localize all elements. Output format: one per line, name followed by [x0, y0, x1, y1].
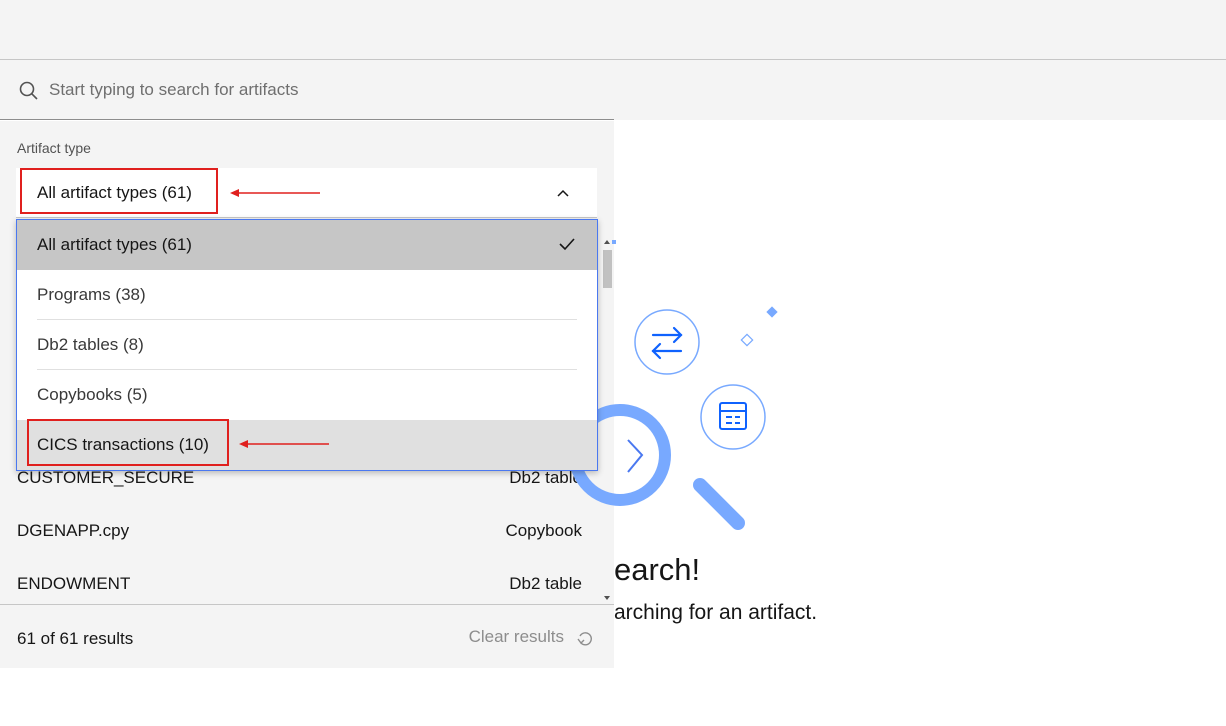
annotation-box-dropdown	[20, 168, 218, 214]
empty-state-subtitle: arching for an artifact.	[614, 601, 818, 624]
result-row[interactable]: ENDOWMENT Db2 table	[0, 557, 598, 610]
transfer-badge	[634, 309, 700, 375]
sparkle-diamond-outline	[740, 333, 754, 347]
menu-item-all-artifact-types[interactable]: All artifact types (61)	[17, 220, 597, 270]
search-input[interactable]	[49, 78, 589, 102]
menu-item-label: Copybooks (5)	[37, 385, 148, 404]
result-name: CUSTOMER_SECURE	[17, 468, 195, 487]
artifact-type-label: Artifact type	[17, 140, 91, 156]
annotation-box-cics	[27, 419, 229, 466]
menu-item-copybooks[interactable]: Copybooks (5)	[17, 370, 597, 420]
sparkle-diamond	[766, 306, 778, 318]
search-icon	[19, 81, 38, 100]
scroll-down-arrow[interactable]	[604, 596, 610, 600]
result-type: Db2 table	[509, 574, 582, 593]
table-badge	[700, 384, 766, 450]
annotation-arrow-cics	[239, 440, 329, 448]
menu-item-label: All artifact types (61)	[37, 235, 192, 254]
results-list: CUSTOMER_SECURE Db2 table DGENAPP.cpy Co…	[0, 451, 598, 610]
code-chevron	[627, 439, 644, 473]
annotation-arrow-dropdown	[230, 189, 320, 197]
menu-item-label: Programs (38)	[37, 285, 146, 304]
clear-results-button[interactable]: Clear results	[469, 627, 564, 647]
search-bar[interactable]	[0, 60, 614, 120]
menu-item-label: Db2 tables (8)	[37, 335, 144, 354]
chevron-up-icon	[557, 189, 569, 197]
result-name: ENDOWMENT	[17, 574, 131, 593]
result-row[interactable]: DGENAPP.cpy Copybook	[0, 504, 598, 557]
reset-icon[interactable]	[576, 629, 594, 647]
check-icon	[559, 238, 575, 251]
result-count: 61 of 61 results	[17, 629, 134, 648]
result-name: DGENAPP.cpy	[17, 521, 130, 540]
magnifier-handle	[693, 478, 745, 530]
menu-item-db2-tables[interactable]: Db2 tables (8)	[17, 320, 597, 370]
results-footer: 61 of 61 results Clear results	[0, 604, 614, 668]
menu-item-programs[interactable]: Programs (38)	[17, 270, 597, 320]
empty-state-title: earch!	[614, 552, 701, 587]
